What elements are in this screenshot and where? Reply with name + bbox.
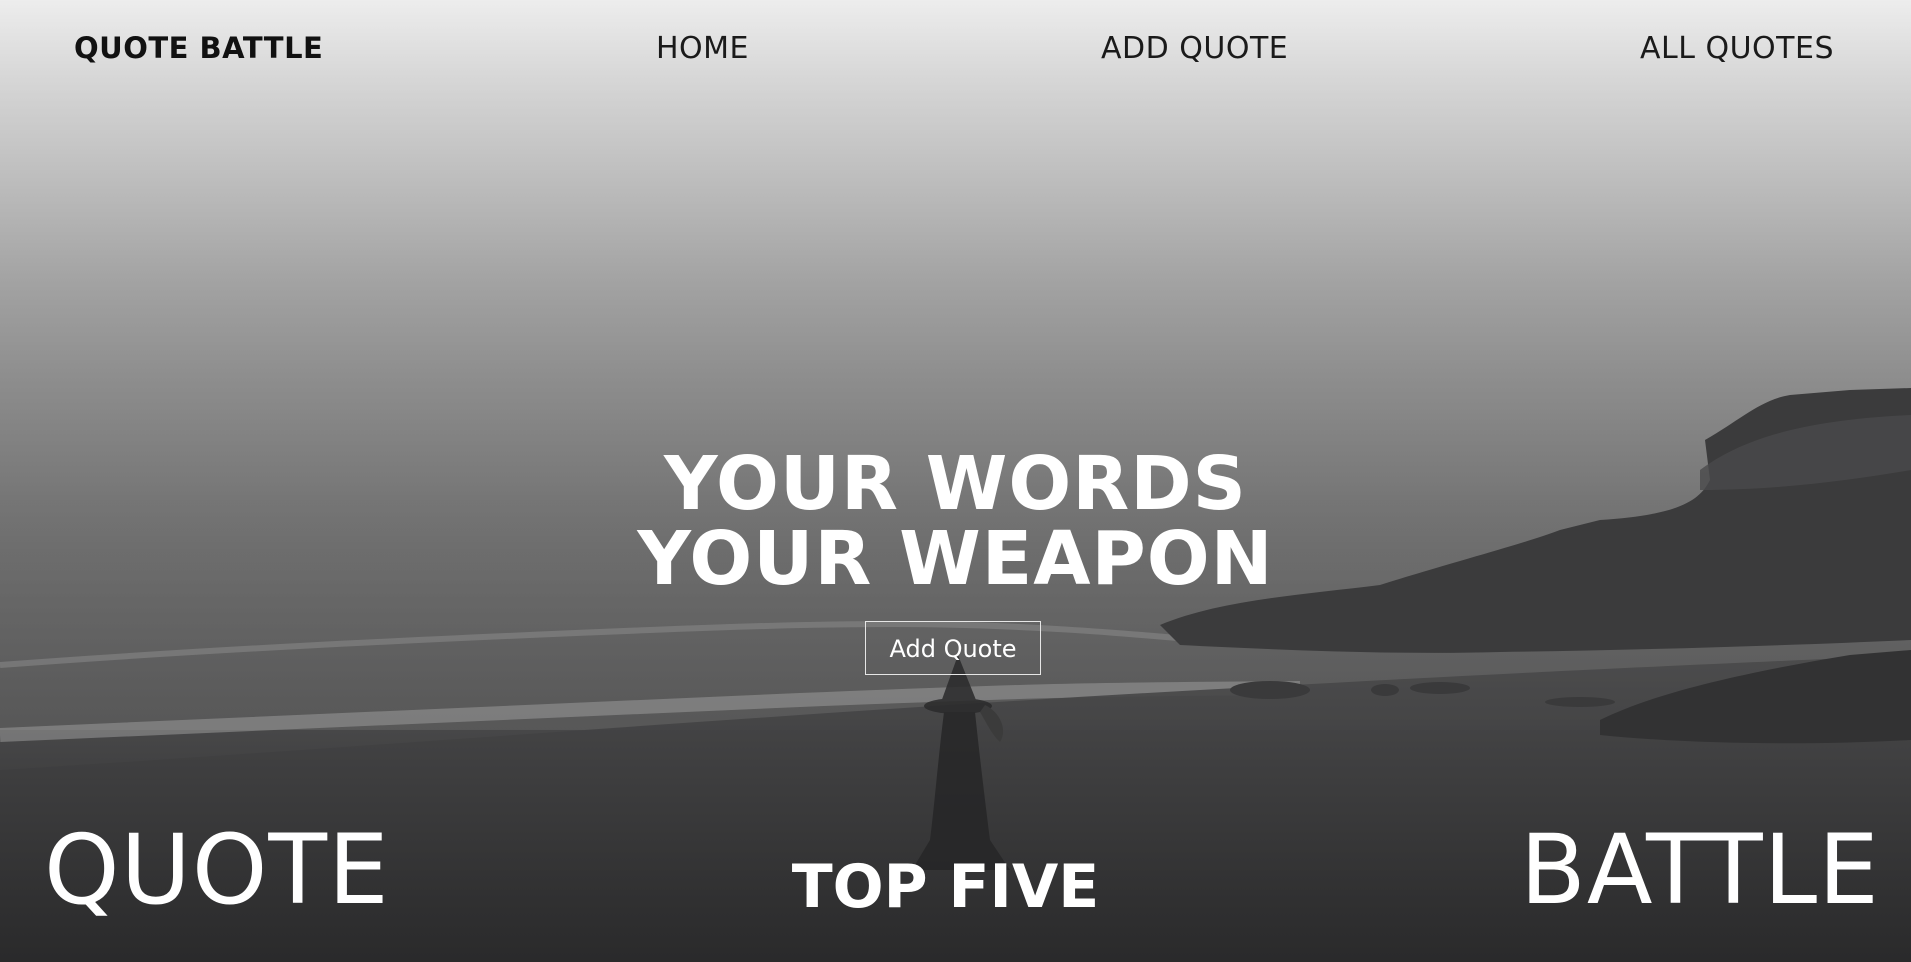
nav-all-quotes-link[interactable]: ALL QUOTES <box>1640 31 1834 66</box>
rock <box>1410 682 1470 694</box>
top-navigation: QUOTE BATTLE HOME ADD QUOTE ALL QUOTES <box>0 0 1911 100</box>
page: QUOTE BATTLE HOME ADD QUOTE ALL QUOTES Y… <box>0 0 1911 962</box>
nav-add-quote-link[interactable]: ADD QUOTE <box>1101 31 1288 66</box>
nav-home-link[interactable]: HOME <box>656 31 749 66</box>
battle-heading: BATTLE <box>1520 814 1880 926</box>
hero-headline-line-1: YOUR WORDS <box>664 441 1247 527</box>
hero-headline-line-2: YOUR WEAPON <box>637 516 1274 602</box>
rock <box>1371 684 1399 696</box>
add-quote-button[interactable]: Add Quote <box>865 621 1041 675</box>
rock <box>1545 697 1615 707</box>
rock <box>1230 681 1310 699</box>
brand-logo-link[interactable]: QUOTE BATTLE <box>74 31 323 65</box>
